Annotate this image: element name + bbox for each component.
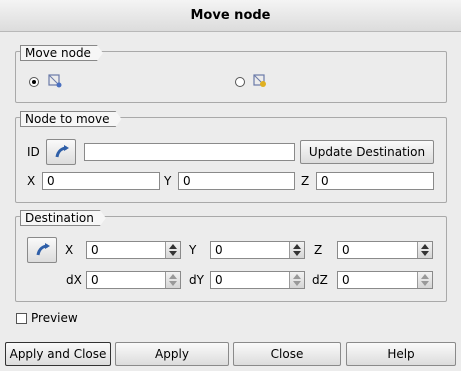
node-to-move-title: Node to move — [20, 111, 122, 127]
help-label: Help — [387, 347, 415, 361]
preview-label: Preview — [31, 311, 78, 325]
move-by-point-radio[interactable] — [235, 77, 245, 87]
move-by-id-radio[interactable] — [29, 77, 39, 87]
apply-and-close-label: Apply and Close — [9, 347, 107, 361]
dest-x-label: X — [65, 243, 74, 257]
node-x-label: X — [27, 174, 36, 188]
dest-z-value: 0 — [342, 243, 350, 257]
node-z-field[interactable] — [316, 172, 434, 190]
node-id-input[interactable] — [84, 143, 295, 161]
dest-dy-stepper[interactable] — [289, 272, 304, 288]
dest-z-spinbox[interactable]: 0 — [337, 241, 433, 259]
move-mode-title: Move node — [20, 45, 103, 61]
dest-dy-value: 0 — [215, 273, 223, 287]
destination-group: Destination X 0 Y 0 Z 0 dX 0 dY 0 dZ 0 — [15, 216, 447, 302]
help-button[interactable]: Help — [346, 342, 456, 366]
dest-dz-spinbox[interactable]: 0 — [337, 271, 433, 289]
dest-x-value: 0 — [91, 243, 99, 257]
node-y-label: Y — [164, 174, 172, 188]
dest-y-stepper[interactable] — [289, 242, 304, 258]
dest-dz-stepper[interactable] — [417, 272, 432, 288]
dest-dx-stepper[interactable] — [165, 272, 180, 288]
dest-dx-value: 0 — [91, 273, 99, 287]
move-node-by-id-icon — [47, 73, 63, 92]
dest-dx-spinbox[interactable]: 0 — [86, 271, 181, 289]
dest-y-spinbox[interactable]: 0 — [210, 241, 305, 259]
dest-dy-label: dY — [189, 273, 204, 287]
node-to-move-group: Node to move ID Update Destination X Y Z — [15, 117, 447, 203]
select-node-button[interactable] — [46, 139, 76, 165]
dest-z-label: Z — [314, 243, 323, 257]
apply-label: Apply — [155, 347, 189, 361]
dest-y-value: 0 — [215, 243, 223, 257]
node-y-field[interactable] — [178, 172, 295, 190]
dest-dx-label: dX — [66, 273, 82, 287]
move-node-by-point-icon — [252, 73, 268, 92]
apply-button[interactable]: Apply — [115, 342, 229, 366]
close-button[interactable]: Close — [233, 342, 341, 366]
dest-z-stepper[interactable] — [417, 242, 432, 258]
dest-dz-value: 0 — [342, 273, 350, 287]
select-destination-icon — [35, 242, 51, 261]
preview-checkbox[interactable] — [16, 313, 27, 324]
id-label: ID — [27, 145, 40, 159]
dest-x-stepper[interactable] — [165, 242, 180, 258]
dest-x-spinbox[interactable]: 0 — [86, 241, 181, 259]
window-title: Move node — [0, 0, 461, 32]
destination-title: Destination — [20, 210, 106, 226]
node-z-label: Z — [301, 174, 310, 188]
select-destination-button[interactable] — [27, 237, 57, 263]
dest-y-label: Y — [189, 243, 197, 257]
dest-dz-label: dZ — [312, 273, 328, 287]
node-x-field[interactable] — [42, 172, 160, 190]
move-mode-group: Move node — [15, 51, 447, 103]
dest-dy-spinbox[interactable]: 0 — [210, 271, 305, 289]
update-destination-button[interactable]: Update Destination — [300, 140, 434, 164]
apply-and-close-button[interactable]: Apply and Close — [5, 342, 111, 366]
close-label: Close — [270, 347, 304, 361]
select-node-icon — [54, 144, 70, 163]
